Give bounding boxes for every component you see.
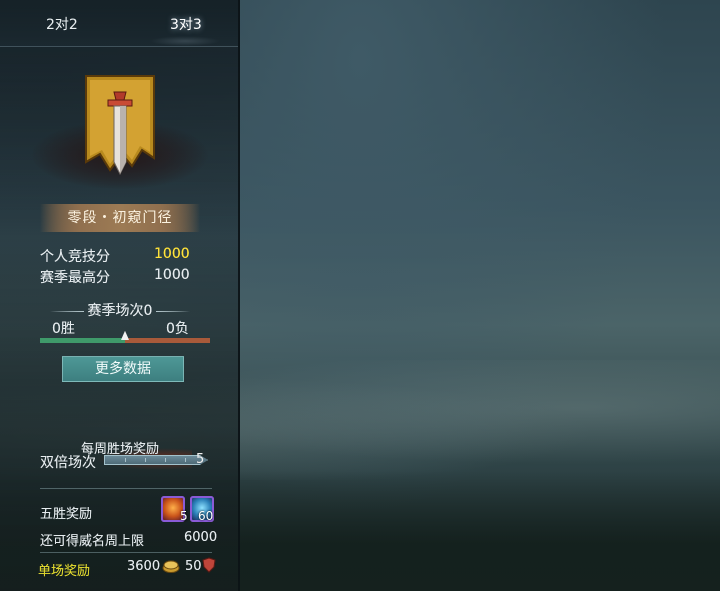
bar-tick xyxy=(145,458,146,462)
double-matches-label: 双倍场次 xyxy=(40,455,96,471)
five-win-reward-label: 五胜奖励 xyxy=(40,507,93,522)
deco-line-left xyxy=(49,310,84,312)
bar-tick xyxy=(165,458,166,462)
win-loss-marker-icon xyxy=(121,331,129,340)
rank-name-banner: 零段・初窥门径 xyxy=(40,204,200,232)
single-match-reward-label: 单场奖励 xyxy=(38,564,91,579)
more-data-button[interactable]: 更多数据 xyxy=(62,356,184,382)
win-bar-fill xyxy=(40,338,125,343)
rank-sword-emblem-icon xyxy=(85,75,155,176)
bar-tick xyxy=(125,458,126,462)
divider xyxy=(40,552,212,553)
reward-item-2-count: 60 xyxy=(198,509,214,523)
mode-tabs: 2对2 3对3 xyxy=(0,0,238,47)
double-matches-count: 5 xyxy=(196,452,205,467)
coin-icon xyxy=(162,560,180,573)
weekly-limit-value: 6000 xyxy=(184,530,218,545)
shield-icon xyxy=(202,557,216,573)
season-high-value: 1000 xyxy=(154,267,190,283)
tab-2v2[interactable]: 2对2 xyxy=(46,14,78,34)
win-loss-bar xyxy=(40,331,210,343)
deco-line-right xyxy=(156,310,191,312)
single-shield-value: 50 xyxy=(185,559,202,574)
losses-count: 0负 xyxy=(166,321,189,337)
season-high-label: 赛季最高分 xyxy=(40,270,110,286)
double-matches-bar xyxy=(104,455,208,465)
arena-panel-3: 2对2 3对3 零段・初窥门径 个人竞技分 1000 赛季最高分 1000 赛季… xyxy=(0,0,240,591)
personal-score-label: 个人竞技分 xyxy=(40,249,110,265)
single-coin-value: 3600 xyxy=(127,559,161,574)
divider xyxy=(40,488,212,489)
season-matches-title: 赛季场次0 xyxy=(0,300,240,320)
weekly-limit-label: 还可得威名周上限 xyxy=(40,534,145,549)
bar-tick xyxy=(185,458,186,462)
tab-3v3[interactable]: 3对3 xyxy=(170,14,202,34)
season-matches-label: 赛季场次0 xyxy=(87,303,153,319)
wins-count: 0胜 xyxy=(52,321,75,337)
loss-bar-fill xyxy=(125,338,210,343)
reward-item-1-count: 5 xyxy=(180,509,188,523)
personal-score-value: 1000 xyxy=(154,246,190,262)
